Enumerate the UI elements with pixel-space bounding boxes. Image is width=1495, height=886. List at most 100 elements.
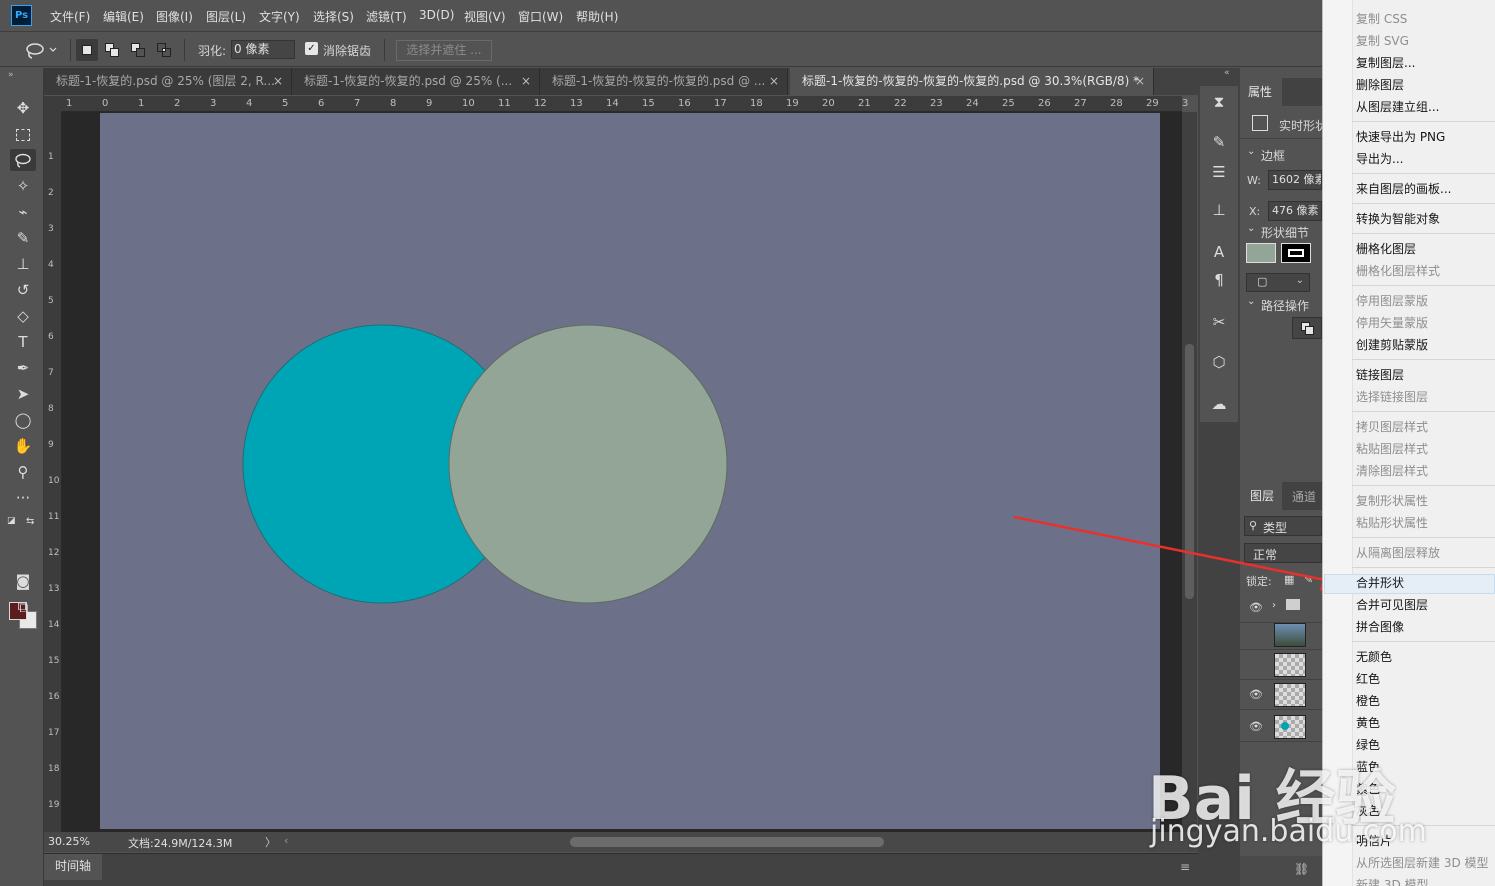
panel-menu-icon[interactable]: ≡ [1180,860,1190,874]
adjustments-icon[interactable]: ☰ [1207,160,1231,184]
eraser-tool-icon[interactable]: ◇ [10,305,36,327]
path-selection-tool-icon[interactable]: ➤ [10,383,36,405]
menu-file[interactable]: 文件(F) [50,8,90,25]
menu-item-merge-shapes[interactable]: 合并形状 [1356,575,1404,591]
pen-tool-icon[interactable]: ✒ [10,357,36,379]
menu-item-flatten-image[interactable]: 拼合图像 [1356,619,1404,635]
path-operation-button[interactable] [1292,317,1322,339]
layer-row[interactable] [1240,620,1322,650]
menu-item-disable-vector-mask[interactable]: 停用矢量蒙版 [1356,315,1428,331]
menu-image[interactable]: 图像(I) [156,8,193,25]
document-tab[interactable]: 标题-1-恢复的.psd @ 25% (图层 2, R... × [44,68,292,95]
subtract-selection-button[interactable] [127,39,149,61]
menu-item-clear-layer-style[interactable]: 清除图层样式 [1356,463,1428,479]
libraries-icon[interactable]: ☁ [1207,392,1231,416]
gray-green-circle-shape[interactable] [448,324,728,604]
menu-item-link-layers[interactable]: 链接图层 [1356,367,1404,383]
close-icon[interactable]: × [521,68,531,95]
history-panel-icon[interactable]: ⧗ [1207,90,1231,114]
menu-item-delete-layer[interactable]: 删除图层 [1356,77,1404,93]
menu-item-new-3d-model[interactable]: 新建 3D 模型 [1356,877,1429,886]
paragraph-panel-icon[interactable]: ¶ [1207,268,1231,292]
menu-item-paste-layer-style[interactable]: 粘贴图层样式 [1356,441,1428,457]
brush-settings-icon[interactable]: ✎ [1207,130,1231,154]
menu-item-copy-svg[interactable]: 复制 SVG [1356,33,1409,49]
fill-color-swatch[interactable] [1246,243,1276,263]
menu-type[interactable]: 文字(Y) [259,8,300,25]
menu-item-disable-layer-mask[interactable]: 停用图层蒙版 [1356,293,1428,309]
menu-window[interactable]: 窗口(W) [518,8,563,25]
lasso-tool-icon[interactable] [10,149,36,171]
chevron-down-icon[interactable]: ⌄ [1247,146,1255,157]
menu-item-export-as[interactable]: 导出为... [1356,151,1403,167]
menu-item-rasterize-layer[interactable]: 栅格化图层 [1356,241,1416,257]
eye-icon[interactable]: 👁 [1249,720,1263,733]
screen-mode-icon[interactable]: ⧉ [10,596,36,618]
stroke-width-dropdown[interactable]: ▢ ⌄ [1246,273,1310,292]
feather-input[interactable]: 0 像素 [231,40,295,59]
layer-row[interactable]: 👁 [1240,712,1322,742]
tab-channels[interactable]: 通道 [1292,488,1316,505]
close-icon[interactable]: × [1135,68,1145,95]
zoom-level[interactable]: 30.25% [48,835,90,848]
menu-item-create-clipping-mask[interactable]: 创建剪贴蒙版 [1356,337,1428,353]
menu-item-duplicate-layer[interactable]: 复制图层... [1356,55,1415,71]
3d-panel-icon[interactable]: ⬡ [1207,350,1231,374]
horizontal-scrollbar-thumb[interactable] [570,837,884,847]
menu-item-group-from-layers[interactable]: 从图层建立组... [1356,99,1439,115]
intersect-selection-button[interactable] [153,39,175,61]
eye-icon[interactable]: 👁 [1249,688,1263,701]
lasso-preset-picker[interactable] [22,39,62,61]
menu-item-convert-smart-object[interactable]: 转换为智能对象 [1356,211,1440,227]
link-layers-icon[interactable]: ⛓ [1294,862,1309,876]
menu-item-rasterize-style[interactable]: 栅格化图层样式 [1356,263,1440,279]
close-icon[interactable]: × [769,68,779,95]
status-menu-arrow[interactable]: 〉 [265,834,276,850]
menu-select[interactable]: 选择(S) [313,8,354,25]
menu-filter[interactable]: 滤镜(T) [366,8,407,25]
menu-item-merge-visible[interactable]: 合并可见图层 [1356,597,1428,613]
menu-item-paste-shape-attrs[interactable]: 粘贴形状属性 [1356,515,1428,531]
menu-item-release-isolation[interactable]: 从隔离图层释放 [1356,545,1440,561]
clone-source-icon[interactable]: ⊥ [1207,198,1231,222]
menu-view[interactable]: 视图(V) [464,8,506,25]
tab-properties[interactable]: 属性 [1240,78,1282,106]
layer-row[interactable]: 👁 › [1240,593,1322,623]
menu-3d[interactable]: 3D(D) [419,8,454,22]
brush-tool-icon[interactable]: ✎ [10,227,36,249]
menu-item-select-linked[interactable]: 选择链接图层 [1356,389,1428,405]
tool-presets-icon[interactable]: ✂ [1207,310,1231,334]
menu-item-copy-shape-attrs[interactable]: 复制形状属性 [1356,493,1428,509]
new-selection-button[interactable] [76,39,98,61]
layer-row[interactable]: 👁 [1240,680,1322,710]
hand-tool-icon[interactable]: ✋ [10,435,36,457]
eye-icon[interactable]: 👁 [1249,601,1263,614]
select-and-mask-button[interactable]: 选择并遮住 ... [396,40,492,61]
document-tab[interactable]: 标题-1-恢复的-恢复的-恢复的.psd @ ... × [540,68,788,95]
text-tool-icon[interactable]: T [10,331,36,353]
eyedropper-tool-icon[interactable]: ⌁ [10,201,36,223]
menu-item-quick-export-png[interactable]: 快速导出为 PNG [1356,129,1445,145]
menu-item-new-3d-from-layer[interactable]: 从所选图层新建 3D 模型 [1356,855,1489,871]
marquee-tool-icon[interactable] [10,123,36,145]
menu-edit[interactable]: 编辑(E) [103,8,144,25]
add-selection-button[interactable] [101,39,123,61]
menu-item-copy-css[interactable]: 复制 CSS [1356,11,1407,27]
zoom-tool-icon[interactable]: ⚲ [10,461,36,483]
document-tab-active[interactable]: 标题-1-恢复的-恢复的-恢复的-恢复的.psd @ 30.3%(RGB/8) … [790,68,1154,95]
document-canvas[interactable] [100,113,1160,829]
ellipse-tool-icon[interactable]: ◯ [10,409,36,431]
close-icon[interactable]: × [273,68,283,95]
collapse-icon[interactable]: » [8,70,14,80]
history-brush-tool-icon[interactable]: ↺ [10,279,36,301]
stroke-color-swatch[interactable] [1281,243,1311,263]
swap-colors-icon[interactable]: ⇆ [26,516,36,527]
menu-item-copy-layer-style[interactable]: 拷贝图层样式 [1356,419,1428,435]
menu-item-color-none[interactable]: 无颜色 [1356,649,1392,665]
chevron-down-icon[interactable]: ⌄ [1247,296,1255,307]
menu-item-color-orange[interactable]: 橙色 [1356,693,1380,709]
antialias-checkbox[interactable]: ✓ [305,42,318,55]
move-tool-icon[interactable]: ✥ [10,97,36,119]
layer-row[interactable] [1240,650,1322,680]
more-tools-icon[interactable]: ··· [10,487,36,509]
